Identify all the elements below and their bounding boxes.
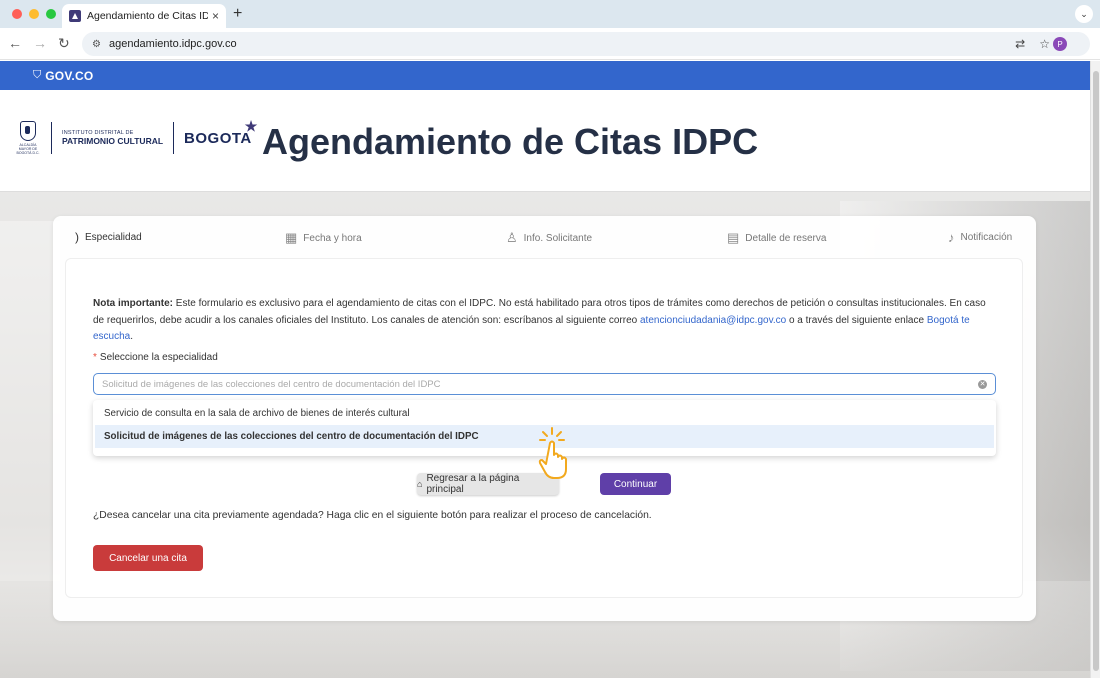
especialidad-label: * Seleccione la especialidad xyxy=(93,352,218,363)
page-title: Agendamiento de Citas IDPC xyxy=(262,121,759,162)
step-label: Notificación xyxy=(960,232,1013,243)
institution-logos[interactable]: ALCALDÍA MAYOR DE BOGOTÁ D.C. INSTITUTO … xyxy=(15,118,258,156)
cancel-question: ¿Desea cancelar una cita previamente age… xyxy=(93,510,652,521)
note-end: . xyxy=(130,331,134,342)
especialidad-label-text: Seleccione la especialidad xyxy=(99,352,218,363)
forward-arrow-icon[interactable]: → xyxy=(33,35,47,51)
step-fecha-hora: ▦ Fecha y hora xyxy=(285,230,362,246)
step-label: Info. Solicitante xyxy=(523,232,593,244)
gov-co-shield-icon: ⛉ xyxy=(33,69,42,81)
gov-co-link[interactable]: GOV.CO xyxy=(45,69,93,83)
calendar-icon: ▦ xyxy=(285,230,298,245)
bell-icon: ♪ xyxy=(948,230,955,245)
browser-tab-bar: Agendamiento de Citas IDPC × + ⌄ xyxy=(0,0,1100,28)
window-controls xyxy=(12,9,56,19)
escudo-icon xyxy=(20,121,36,141)
star-icon: ★ xyxy=(244,117,258,134)
close-tab-icon[interactable]: × xyxy=(212,9,219,23)
note-heading: Nota importante: xyxy=(93,298,173,309)
step-notificacion: ♪ Notificación xyxy=(948,230,1012,245)
required-mark: * xyxy=(93,352,97,363)
bogota-logo-text: BOGOTA xyxy=(184,129,252,147)
cancel-appointment-button[interactable]: Cancelar una cita xyxy=(93,545,203,571)
gov-co-bar: ⛉ GOV.CO xyxy=(0,61,1090,90)
browser-tab[interactable]: Agendamiento de Citas IDPC × xyxy=(62,4,226,28)
step-label: Especialidad xyxy=(85,231,142,243)
home-icon: ⌂ xyxy=(417,479,423,489)
spinner-icon: ) xyxy=(75,230,79,244)
bookmark-star-icon[interactable]: ☆ xyxy=(1039,37,1050,51)
profile-avatar[interactable]: P xyxy=(1053,37,1067,51)
site-settings-icon[interactable]: ⚙ xyxy=(92,39,101,50)
booking-card: ) Especialidad ▦ Fecha y hora ♙ Info. So… xyxy=(53,216,1036,621)
especialidad-select[interactable]: Solicitud de imágenes de las colecciones… xyxy=(93,373,996,395)
maximize-window-button[interactable] xyxy=(46,9,56,19)
page-scrollbar[interactable] xyxy=(1090,61,1100,678)
minimize-window-button[interactable] xyxy=(29,9,39,19)
dropdown-option[interactable]: Servicio de consulta en la sala de archi… xyxy=(95,402,994,425)
logo-divider-2 xyxy=(173,122,175,154)
idpc-logo: INSTITUTO DISTRITAL DE PATRIMONIO CULTUR… xyxy=(62,130,163,146)
user-icon: ♙ xyxy=(506,230,518,245)
escudo-logo: ALCALDÍA MAYOR DE BOGOTÁ D.C. xyxy=(15,121,41,155)
step-especialidad: ) Especialidad xyxy=(75,230,142,244)
url-text: agendamiento.idpc.gov.co xyxy=(108,38,237,50)
clear-icon[interactable]: ✕ xyxy=(978,379,987,389)
document-icon: ▤ xyxy=(727,230,740,245)
site-header: ALCALDÍA MAYOR DE BOGOTÁ D.C. INSTITUTO … xyxy=(0,90,1090,192)
url-field[interactable]: ⚙ agendamiento.idpc.gov.co ⇄ ☆ xyxy=(82,32,1090,56)
tab-title: Agendamiento de Citas IDPC xyxy=(87,10,208,22)
close-window-button[interactable] xyxy=(12,9,22,19)
email-link[interactable]: atencionciudadania@idpc.gov.co xyxy=(640,315,786,326)
new-tab-button[interactable]: + xyxy=(233,5,242,23)
step-label: Fecha y hora xyxy=(303,232,362,244)
step-label: Detalle de reserva xyxy=(745,232,827,244)
pointer-hand-icon xyxy=(538,427,567,479)
idpc-logo-line2: PATRIMONIO CULTURAL xyxy=(62,136,164,146)
translate-icon[interactable]: ⇄ xyxy=(1015,37,1025,51)
tab-search-chevron-icon[interactable]: ⌄ xyxy=(1075,5,1093,23)
progress-steps: ) Especialidad ▦ Fecha y hora ♙ Info. So… xyxy=(53,216,1036,256)
escudo-caption: ALCALDÍA MAYOR DE BOGOTÁ D.C. xyxy=(16,143,40,155)
scroll-thumb[interactable] xyxy=(1093,71,1099,671)
note-text-2: o a través del siguiente enlace xyxy=(786,314,927,326)
page-viewport: ⛉ GOV.CO ALCALDÍA MAYOR DE BOGOTÁ D.C. I… xyxy=(0,61,1090,678)
important-note: Nota importante: Este formulario es excl… xyxy=(93,296,998,346)
idpc-favicon-icon xyxy=(69,10,81,22)
reload-icon[interactable]: ↻ xyxy=(58,35,70,52)
continue-button[interactable]: Continuar xyxy=(600,473,671,495)
back-arrow-icon[interactable]: ← xyxy=(8,35,22,51)
address-bar: ← → ↻ ⚙ agendamiento.idpc.gov.co ⇄ ☆ xyxy=(0,28,1100,60)
select-placeholder: Solicitud de imágenes de las colecciones… xyxy=(102,378,441,390)
logo-divider xyxy=(51,122,52,154)
step-detalle-reserva: ▤ Detalle de reserva xyxy=(727,230,826,246)
step-info-solicitante: ♙ Info. Solicitante xyxy=(506,230,592,246)
bogota-logo: BOGOTA ★ xyxy=(184,118,257,147)
